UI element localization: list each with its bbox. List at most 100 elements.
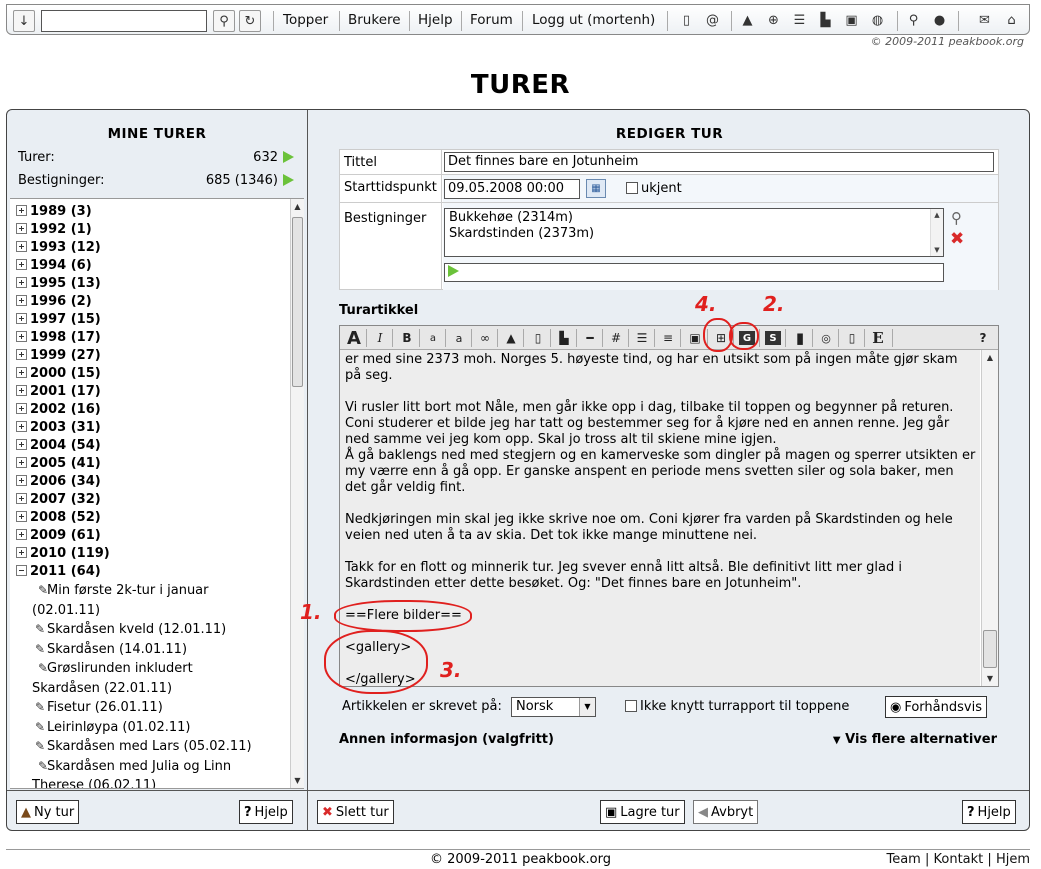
- down-arrow-icon[interactable]: ↓: [13, 10, 35, 32]
- expand-icon: [16, 331, 27, 342]
- horizontal-rule-icon[interactable]: ━: [579, 328, 601, 348]
- notebook-icon[interactable]: ▯: [527, 328, 549, 348]
- year-node[interactable]: 2003 (31): [16, 419, 284, 437]
- editor-scrollbar[interactable]: ▲ ▼: [981, 350, 998, 686]
- year-node[interactable]: 1994 (6): [16, 257, 284, 275]
- peak-item[interactable]: Bukkehøe (2314m): [449, 210, 939, 226]
- year-node[interactable]: 1992 (1): [16, 221, 284, 239]
- add-peak-icon[interactable]: ⊕: [764, 11, 783, 30]
- year-node[interactable]: 2002 (16): [16, 401, 284, 419]
- delete-trip-button[interactable]: ✖ Slett tur: [317, 800, 394, 824]
- mail-icon[interactable]: ✉: [975, 11, 994, 30]
- add-peak-input[interactable]: [444, 263, 944, 282]
- home-icon[interactable]: ⌂: [1002, 11, 1021, 30]
- strike-icon[interactable]: S: [765, 331, 781, 345]
- article-textarea[interactable]: er med sine 2373 moh. Norges 5. høyeste …: [340, 350, 980, 686]
- year-node[interactable]: 1997 (15): [16, 311, 284, 329]
- year-node[interactable]: 2009 (61): [16, 527, 284, 545]
- left-help-button[interactable]: ? Hjelp: [239, 800, 293, 824]
- right-help-button[interactable]: ? Hjelp: [962, 800, 1016, 824]
- refresh-icon[interactable]: ↻: [239, 10, 261, 32]
- trip-item[interactable]: ✎Grøslirunden inkludert Skardåsen (22.01…: [16, 659, 256, 698]
- start-label: Starttidspunkt: [340, 175, 442, 202]
- subscript-icon[interactable]: a: [448, 328, 470, 348]
- speech-bubble-icon[interactable]: ◍: [868, 11, 887, 30]
- nav-forum[interactable]: Forum: [470, 12, 513, 28]
- notebook-icon[interactable]: ▯: [677, 11, 696, 30]
- footer-link-team[interactable]: Team: [886, 852, 920, 867]
- trip-form: Tittel Det finnes bare en Jotunheim Star…: [339, 149, 999, 290]
- trip-item[interactable]: ✎ Skardåsen med Lars (05.02.11): [16, 737, 284, 757]
- boot-icon[interactable]: ▙: [816, 11, 835, 30]
- footer-link-hjem[interactable]: Hjem: [996, 852, 1030, 867]
- show-more-link[interactable]: ▼ Vis flere alternativer: [833, 732, 997, 747]
- calendar-icon[interactable]: ▦: [586, 179, 606, 198]
- year-node[interactable]: 2005 (41): [16, 455, 284, 473]
- remove-peak-icon[interactable]: ✖: [950, 229, 964, 249]
- font-size-icon[interactable]: A: [343, 328, 365, 349]
- year-node[interactable]: 2007 (32): [16, 491, 284, 509]
- peak-item[interactable]: Skardstinden (2373m): [449, 226, 939, 242]
- new-trip-button[interactable]: ▲ Ny tur: [16, 800, 80, 824]
- trip-item[interactable]: ✎Skardåsen med Julia og Linn Therese (06…: [16, 757, 256, 789]
- play-icon[interactable]: [283, 174, 294, 186]
- trip-item[interactable]: ✎ Leirinløypa (01.02.11): [16, 718, 284, 738]
- year-node[interactable]: 2008 (52): [16, 509, 284, 527]
- trip-item[interactable]: ✎ Fisetur (26.01.11): [16, 698, 284, 718]
- at-sign-icon[interactable]: @: [703, 11, 722, 30]
- save-trip-button[interactable]: ▣ Lagre tur: [600, 800, 685, 824]
- trip-item[interactable]: ✎ Skardåsen kveld (12.01.11): [16, 620, 284, 640]
- year-node[interactable]: 1999 (27): [16, 347, 284, 365]
- nav-brukere[interactable]: Brukere: [348, 12, 401, 28]
- boot-icon[interactable]: ▙: [553, 328, 575, 348]
- numbered-list-icon[interactable]: ≡: [657, 328, 679, 348]
- trip-item[interactable]: ✎Min første 2k-tur i januar (02.01.11): [16, 581, 256, 620]
- mountain-icon[interactable]: ▲: [500, 328, 522, 348]
- year-node[interactable]: 2006 (34): [16, 473, 284, 491]
- italic-icon[interactable]: I: [369, 328, 391, 348]
- table-icon[interactable]: #: [605, 328, 627, 348]
- nav-hjelp[interactable]: Hjelp: [418, 12, 453, 28]
- mountain-icon[interactable]: ▲: [738, 11, 757, 30]
- link-icon[interactable]: ∞: [474, 328, 496, 348]
- play-icon[interactable]: [283, 151, 294, 163]
- picture-icon[interactable]: ▣: [842, 11, 861, 30]
- year-node[interactable]: 1993 (12): [16, 239, 284, 257]
- year-node[interactable]: 1998 (17): [16, 329, 284, 347]
- peaks-list[interactable]: Bukkehøe (2314m) Skardstinden (2373m) ▲ ▼: [444, 208, 944, 257]
- year-node-2011[interactable]: 2011 (64): [16, 563, 284, 581]
- pushpin-icon[interactable]: ⚲: [951, 209, 962, 227]
- year-node[interactable]: 2004 (54): [16, 437, 284, 455]
- superscript-icon[interactable]: a: [422, 328, 444, 348]
- year-node[interactable]: 1989 (3): [16, 203, 284, 221]
- nav-topper[interactable]: Topper: [283, 12, 328, 28]
- search-input[interactable]: [41, 10, 207, 32]
- trip-item[interactable]: ✎ Skardåsen (14.01.11): [16, 640, 284, 660]
- nav-logout[interactable]: Logg ut (mortenh): [532, 12, 655, 28]
- code-icon[interactable]: ◎: [815, 328, 837, 348]
- no-link-checkbox[interactable]: Ikke knytt turrapport til toppene: [625, 699, 849, 714]
- search-icon[interactable]: ⚲: [213, 10, 235, 32]
- title-input[interactable]: Det finnes bare en Jotunheim: [444, 152, 994, 172]
- year-node[interactable]: 2000 (15): [16, 365, 284, 383]
- unknown-checkbox[interactable]: ukjent: [626, 181, 682, 196]
- start-time-input[interactable]: 09.05.2008 00:00: [444, 179, 580, 199]
- book-icon[interactable]: ▮: [789, 328, 811, 348]
- help-icon[interactable]: ?: [972, 328, 994, 348]
- year-node[interactable]: 2001 (17): [16, 383, 284, 401]
- cancel-button[interactable]: ◀ Avbryt: [693, 800, 759, 824]
- special-char-icon[interactable]: E: [867, 328, 889, 348]
- language-select[interactable]: Norsk ▼: [511, 697, 596, 717]
- footer-link-kontakt[interactable]: Kontakt: [934, 852, 984, 867]
- bold-icon[interactable]: B: [396, 328, 418, 348]
- tree-scrollbar[interactable]: ▲ ▼: [290, 199, 304, 788]
- year-node[interactable]: 1995 (13): [16, 275, 284, 293]
- pushpin-icon[interactable]: ⚲: [904, 11, 923, 30]
- globe-icon[interactable]: ●: [930, 11, 949, 30]
- year-node[interactable]: 1996 (2): [16, 293, 284, 311]
- bullet-list-icon[interactable]: ☰: [631, 328, 653, 348]
- list-icon[interactable]: ☰: [790, 11, 809, 30]
- year-node[interactable]: 2010 (119): [16, 545, 284, 563]
- page-icon[interactable]: ▯: [841, 328, 863, 348]
- preview-button[interactable]: ◉ Forhåndsvis: [885, 696, 987, 718]
